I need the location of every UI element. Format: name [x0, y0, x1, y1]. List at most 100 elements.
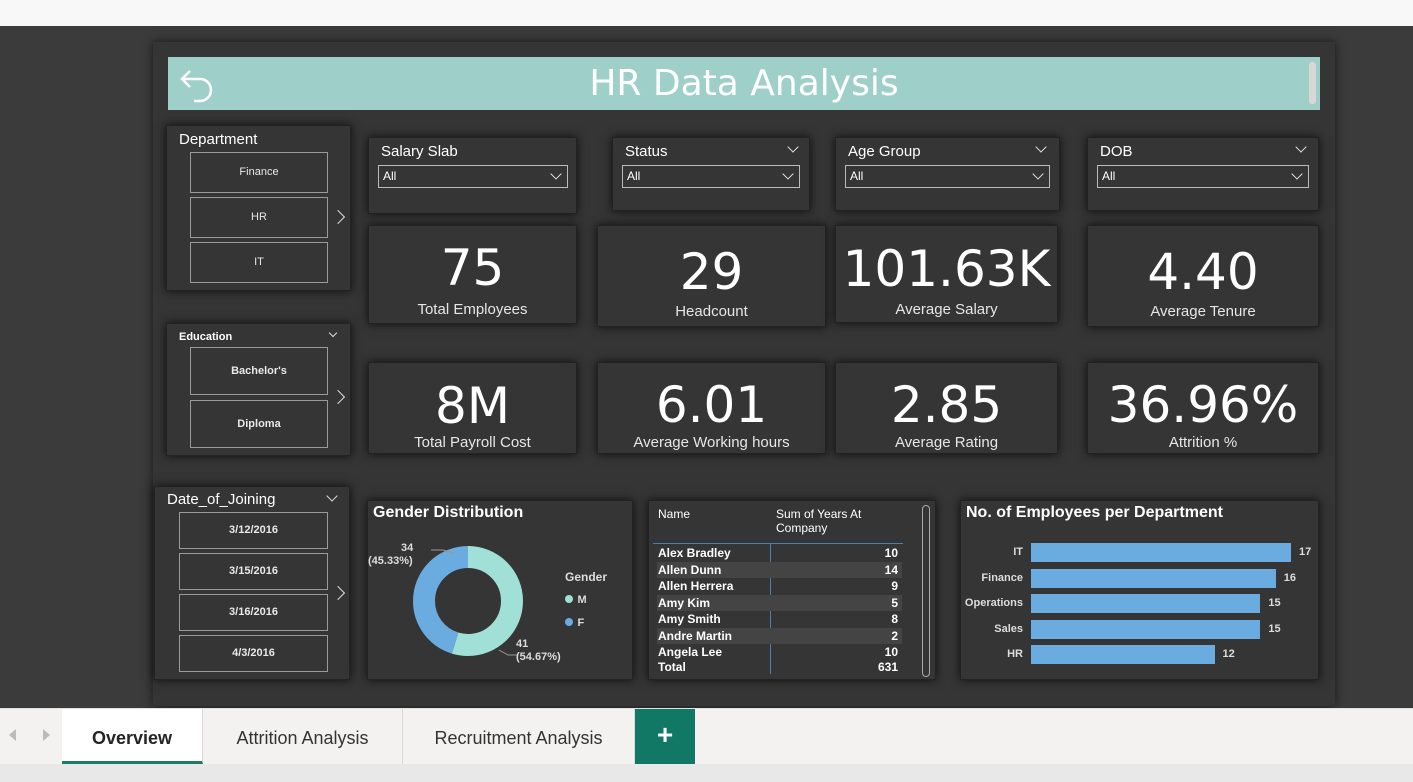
row-value: 5	[891, 595, 898, 610]
chevron-down-icon[interactable]	[1295, 141, 1307, 153]
bar-category-label: Sales	[994, 622, 1023, 635]
row-name: Amy Kim	[658, 595, 711, 610]
kpi-label: Attrition %	[1168, 434, 1238, 451]
kpi-label: Average Working hours	[633, 434, 790, 451]
dob-dropdown[interactable]: All	[1097, 165, 1309, 188]
table-row[interactable]: Angela Lee 10	[657, 644, 902, 660]
kpi-label: Total Payroll Cost	[414, 434, 531, 451]
table-total-row: Total 631	[657, 659, 902, 675]
chevron-right-icon[interactable]	[330, 389, 346, 405]
table-row[interactable]: Allen Dunn 14	[657, 561, 902, 578]
chevron-down-icon	[550, 168, 562, 180]
bar[interactable]	[1031, 619, 1261, 639]
legend-label-m: M	[577, 594, 587, 606]
table-row[interactable]: Andre Martin 2	[657, 627, 902, 644]
kpi-average-working-hours: 6.01 Average Working hours	[597, 362, 826, 454]
row-value: 2	[891, 628, 898, 643]
row-name: Allen Herrera	[658, 579, 734, 593]
bar-category-label: IT	[1013, 546, 1023, 558]
row-value: 10	[884, 546, 898, 560]
bar[interactable]	[1031, 543, 1291, 562]
kpi-value: 75	[440, 239, 505, 297]
age-group-title: Age Group	[848, 143, 921, 160]
tab-recruitment-analysis[interactable]: Recruitment Analysis	[403, 709, 635, 764]
department-slicer: Department Finance HR IT	[166, 125, 351, 291]
chevron-down-icon	[1291, 168, 1303, 180]
total-label: Total	[658, 660, 686, 674]
bar-value-label: 15	[1268, 622, 1281, 635]
kpi-value: 36.96%	[1107, 376, 1299, 434]
salary-slab-value: All	[383, 169, 397, 183]
kpi-value: 101.63K	[842, 240, 1051, 298]
table-row[interactable]: Amy Smith 8	[657, 611, 902, 627]
tab-overview[interactable]: Overview	[62, 709, 203, 764]
department-tile-it[interactable]: IT	[190, 242, 328, 283]
row-name: Angela Lee	[658, 645, 723, 659]
chevron-down-icon[interactable]	[787, 141, 799, 153]
status-strip	[0, 764, 1413, 782]
status-dropdown[interactable]: All	[622, 165, 800, 188]
page-title: HR Data Analysis	[589, 63, 899, 104]
tab-attrition-analysis[interactable]: Attrition Analysis	[203, 709, 403, 764]
legend-item-m[interactable]: M	[565, 590, 587, 608]
next-page-icon[interactable]	[43, 729, 50, 741]
date-tile[interactable]: 3/12/2016	[179, 512, 328, 549]
dob-value: All	[1102, 169, 1116, 183]
table-header-name[interactable]: Name	[658, 507, 690, 521]
education-tile-bachelors[interactable]: Bachelor's	[190, 347, 328, 395]
add-page-button[interactable]: +	[635, 709, 695, 764]
table-row[interactable]: Alex Bradley 10	[657, 545, 902, 561]
bar[interactable]	[1031, 645, 1215, 664]
date-tile[interactable]: 3/15/2016	[179, 553, 328, 590]
department-tile-finance[interactable]: Finance	[190, 152, 328, 193]
total-value: 631	[877, 660, 898, 674]
chevron-right-icon[interactable]	[330, 209, 346, 225]
department-tile-hr[interactable]: HR	[190, 197, 328, 238]
kpi-average-tenure: 4.40 Average Tenure	[1087, 225, 1319, 327]
status-slicer: Status All	[612, 137, 810, 211]
kpi-value: 6.01	[655, 376, 768, 434]
previous-page-icon[interactable]	[9, 729, 16, 741]
table-header-years[interactable]: Sum of Years At Company	[776, 507, 886, 535]
kpi-attrition: 36.96% Attrition %	[1087, 362, 1319, 454]
chevron-down-icon[interactable]	[1035, 141, 1047, 153]
legend-item-f[interactable]: F	[565, 613, 584, 631]
table-row[interactable]: Allen Herrera 9	[657, 578, 902, 594]
department-slicer-title: Department	[179, 131, 258, 148]
table-row[interactable]: Amy Kim 5	[657, 594, 902, 611]
page-tab-bar: Overview Attrition Analysis Recruitment …	[0, 708, 1413, 764]
top-strip	[0, 0, 1413, 26]
kpi-average-salary: 101.63K Average Salary	[835, 225, 1058, 323]
chevron-down-icon[interactable]	[328, 328, 338, 338]
title-scrollbar[interactable]	[1309, 62, 1316, 104]
bar-category-label: Operations	[964, 597, 1023, 609]
donut-leader-lines	[431, 549, 518, 656]
donut-label-f-pct: (54.67%)	[516, 651, 561, 663]
chevron-down-icon[interactable]	[326, 490, 338, 502]
bar-category-label: Finance	[981, 571, 1023, 584]
age-group-dropdown[interactable]: All	[845, 165, 1050, 188]
date-tile[interactable]: 4/3/2016	[179, 635, 328, 672]
employees-per-department-chart: No. of Employees per Department IT 17 Fina…	[960, 500, 1319, 680]
education-slicer-title: Education	[179, 331, 233, 343]
bar-value-label: 12	[1222, 648, 1235, 660]
row-name: Alex Bradley	[658, 546, 731, 560]
row-name: Allen Dunn	[658, 562, 722, 577]
row-value: 8	[891, 612, 898, 626]
kpi-value: 29	[679, 243, 744, 301]
legend-label-f: F	[577, 617, 585, 629]
kpi-total-employees: 75 Total Employees	[368, 225, 577, 324]
salary-slab-dropdown[interactable]: All	[378, 165, 568, 188]
bar[interactable]	[1031, 568, 1276, 588]
salary-slab-slicer: Salary Slab All	[368, 137, 577, 214]
table-scrollbar[interactable]	[922, 505, 930, 677]
chevron-down-icon	[782, 168, 794, 180]
years-at-company-table: Name Sum of Years At Company Alex Bradle…	[648, 500, 936, 680]
date-tile[interactable]: 3/16/2016	[179, 594, 328, 631]
bar[interactable]	[1031, 594, 1261, 613]
chevron-right-icon[interactable]	[330, 585, 346, 601]
row-value: 10	[884, 645, 898, 659]
education-tile-diploma[interactable]: Diploma	[190, 400, 328, 448]
education-slicer: Education Bachelor's Diploma	[166, 323, 351, 456]
kpi-total-payroll-cost: 8M Total Payroll Cost	[368, 362, 577, 454]
